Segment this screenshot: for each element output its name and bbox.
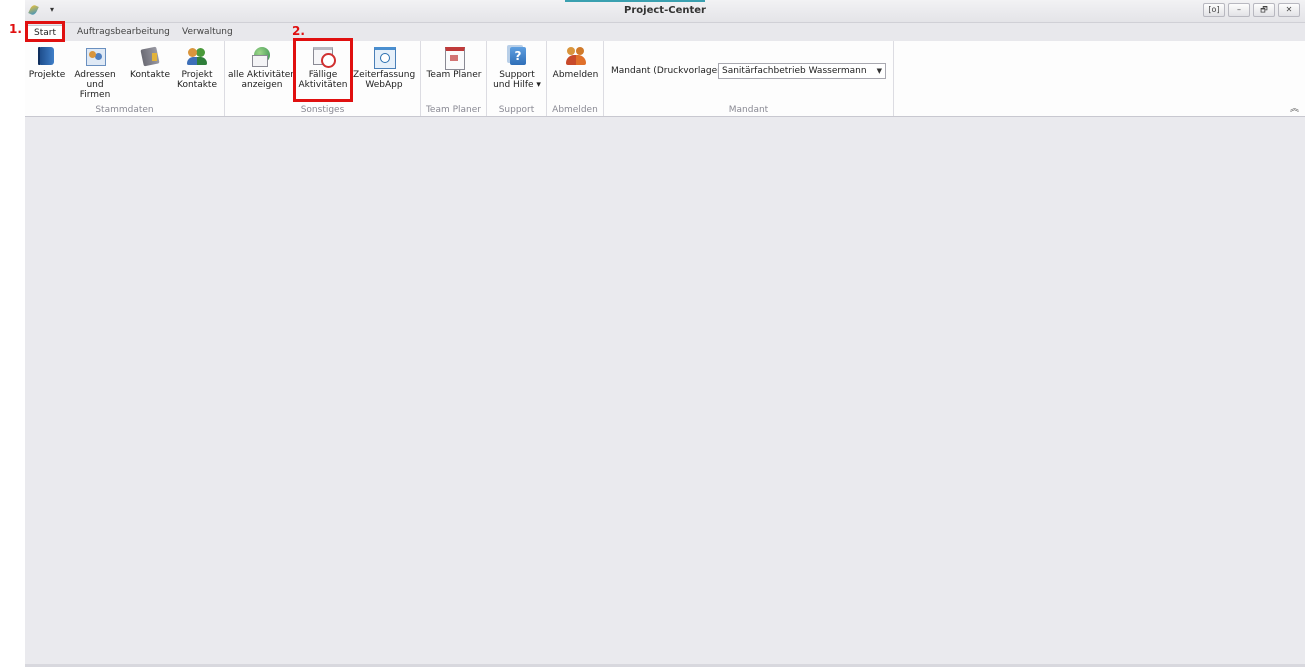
mandant-selected-value: Sanitärfachbetrieb Wassermann <box>722 66 867 76</box>
group-team-planer: Team Planer Team Planer <box>421 41 487 116</box>
people-icon <box>186 45 208 67</box>
group-label-team-planer: Team Planer <box>425 105 482 115</box>
contacts-book-icon <box>139 45 161 67</box>
support-hilfe-button[interactable]: Support und Hilfe ▾ <box>489 45 545 90</box>
projekte-label: Projekte <box>28 70 66 80</box>
projekte-button[interactable]: Projekte <box>28 45 66 80</box>
group-mandant: Mandant (Druckvorlagen): Sanitärfachbetr… <box>604 41 894 116</box>
title-accent-line <box>565 0 705 2</box>
annotation-number-1: 1. <box>9 22 22 36</box>
window-controls: [o] – 🗗 ✕ <box>1203 3 1300 17</box>
tab-verwaltung[interactable]: Verwaltung <box>178 25 237 41</box>
adressen-firmen-button[interactable]: Adressen und Firmen <box>70 45 120 100</box>
tab-auftragsbearbeitung[interactable]: Auftragsbearbeitung <box>73 25 174 41</box>
special-window-button[interactable]: [o] <box>1203 3 1225 17</box>
calendar-icon <box>443 45 465 70</box>
mandant-select[interactable]: Sanitärfachbetrieb Wassermann ▼ <box>718 63 886 79</box>
group-support: Support und Hilfe ▾ Support <box>487 41 547 116</box>
clock-window-icon <box>373 45 396 69</box>
abmelden-label: Abmelden <box>552 70 599 80</box>
app-window: { "window": { "title": "Project-Center",… <box>0 0 1305 667</box>
globe-mail-icon <box>251 45 273 67</box>
annotation-box-start <box>25 21 65 42</box>
alle-aktivitaeten-button[interactable]: alle Aktivitäten anzeigen <box>228 45 296 90</box>
chevron-down-icon[interactable]: ▼ <box>877 64 882 78</box>
ribbon: Projekte Adressen und Firmen Kontakte Pr… <box>25 41 1305 117</box>
team-planer-button[interactable]: Team Planer <box>423 45 485 80</box>
help-icon <box>506 45 528 67</box>
group-stammdaten: Projekte Adressen und Firmen Kontakte Pr… <box>25 41 225 116</box>
alle-aktivitaeten-label: alle Aktivitäten anzeigen <box>228 70 296 90</box>
group-label-stammdaten: Stammdaten <box>95 105 154 115</box>
kontakte-label: Kontakte <box>130 70 170 80</box>
annotation-box-faellige <box>293 38 353 102</box>
zeiterfassung-webapp-label: Zeiterfassung WebApp <box>353 70 416 90</box>
group-label-abmelden: Abmelden <box>552 105 598 115</box>
ribbon-tabs: Start Auftragsbearbeitung Verwaltung <box>25 23 1305 41</box>
annotation-number-2: 2. <box>292 24 305 38</box>
title-bar: ▾ Project-Center [o] – 🗗 ✕ <box>25 0 1305 23</box>
mandant-field-label: Mandant (Druckvorlagen): <box>611 66 730 76</box>
restore-button[interactable]: 🗗 <box>1253 3 1275 17</box>
projekt-kontakte-label: Projekt Kontakte <box>177 70 217 90</box>
zeiterfassung-webapp-button[interactable]: Zeiterfassung WebApp <box>353 45 415 90</box>
collapse-ribbon-icon[interactable]: ︽ <box>1290 101 1299 114</box>
logout-people-icon <box>565 45 587 67</box>
group-label-sonstiges: Sonstiges <box>300 105 345 115</box>
support-hilfe-label: Support und Hilfe ▾ <box>493 70 541 90</box>
projects-book-icon <box>36 45 58 67</box>
kontakte-button[interactable]: Kontakte <box>127 45 173 80</box>
workspace-area <box>25 117 1305 665</box>
abmelden-button[interactable]: Abmelden <box>549 45 602 80</box>
team-planer-label: Team Planer <box>426 70 482 80</box>
group-label-mandant: Mandant <box>728 105 769 115</box>
address-card-icon <box>84 45 106 67</box>
minimize-button[interactable]: – <box>1228 3 1250 17</box>
close-button[interactable]: ✕ <box>1278 3 1300 17</box>
window-title: Project-Center <box>624 5 706 16</box>
projekt-kontakte-button[interactable]: Projekt Kontakte <box>175 45 219 90</box>
group-label-support: Support <box>498 105 535 115</box>
group-abmelden: Abmelden Abmelden <box>547 41 604 116</box>
adressen-firmen-label: Adressen und Firmen <box>74 70 116 100</box>
